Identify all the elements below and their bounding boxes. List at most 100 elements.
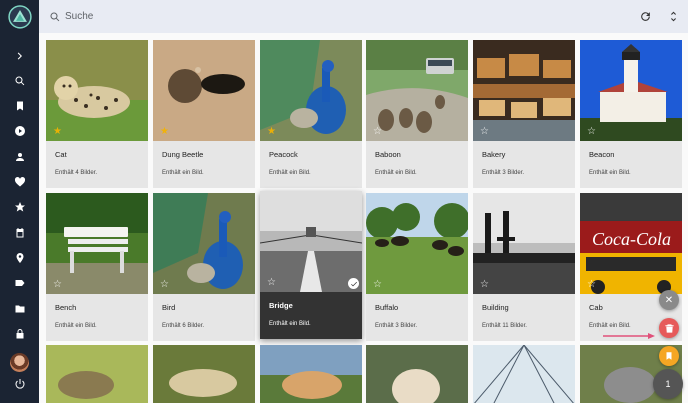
delete-button[interactable] (659, 318, 679, 338)
album-title[interactable]: Bird (162, 303, 175, 312)
album-count: Enthält ein Bild. (269, 321, 311, 327)
album-cover[interactable] (260, 345, 362, 403)
album-card[interactable]: ★ Peacock Enthält ein Bild. (260, 40, 362, 188)
sidebar (0, 0, 39, 403)
album-title[interactable]: Beacon (589, 150, 614, 159)
album-cover[interactable] (153, 345, 255, 403)
album-cover[interactable] (46, 345, 148, 403)
star-icon[interactable]: ☆ (53, 280, 62, 290)
album-card[interactable]: ☆ Bakery Enthält 3 Bilder. (473, 40, 575, 188)
album-title[interactable]: Peacock (269, 150, 298, 159)
star-icon[interactable]: ☆ (480, 280, 489, 290)
album-count: Enthält ein Bild. (162, 170, 204, 176)
star-icon[interactable]: ☆ (587, 280, 596, 290)
chevron-right-icon (17, 52, 22, 59)
album-card[interactable] (153, 345, 255, 403)
album-title[interactable]: Building (482, 303, 509, 312)
sidebar-item-places[interactable] (0, 245, 39, 270)
refresh-icon[interactable] (639, 10, 652, 23)
album-card[interactable] (473, 345, 575, 403)
album-card[interactable]: ★ Cat Enthält 4 Bilder. (46, 40, 148, 188)
album-title[interactable]: Cab (589, 303, 603, 312)
sidebar-item-video[interactable] (0, 119, 39, 144)
album-card[interactable]: ☆ Bridge Enthält ein Bild. (260, 191, 362, 339)
search-toolbar (39, 0, 688, 33)
sidebar-item-bookmark[interactable] (0, 94, 39, 119)
sidebar-item-calendar[interactable] (0, 220, 39, 245)
star-icon[interactable]: ☆ (160, 280, 169, 290)
album-count: Enthält 4 Bilder. (55, 170, 98, 176)
sidebar-item-moments[interactable] (0, 195, 39, 220)
close-icon: ✕ (664, 294, 674, 306)
album-title[interactable]: Cat (55, 150, 67, 159)
album-count: Enthält 3 Bilder. (482, 170, 525, 176)
album-card[interactable] (46, 345, 148, 403)
search-icon (15, 76, 24, 86)
album-count: Enthält ein Bild. (589, 323, 631, 329)
play-icon (14, 126, 25, 137)
label-icon (15, 280, 24, 287)
album-card[interactable]: ☆ Bird Enthält 6 Bilder. (153, 193, 255, 341)
sidebar-item-logout[interactable] (0, 372, 39, 397)
search-input[interactable] (65, 11, 565, 22)
selection-count-button[interactable]: 1 (653, 369, 683, 399)
bookmark-icon (666, 352, 672, 360)
folder-icon (15, 305, 24, 313)
sidebar-item-private[interactable] (0, 321, 39, 346)
search-icon (50, 12, 60, 21)
pointer-arrow (603, 333, 655, 339)
album-cover[interactable] (366, 345, 468, 403)
album-card[interactable] (260, 345, 362, 403)
app-logo-icon[interactable] (7, 5, 32, 29)
album-count: Enthält 6 Bilder. (162, 323, 205, 329)
calendar-icon (16, 227, 23, 238)
album-count: Enthält 3 Bilder. (375, 323, 418, 329)
album-card[interactable]: ☆ Bench Enthält ein Bild. (46, 193, 148, 341)
sidebar-item-labels[interactable] (0, 271, 39, 296)
album-card[interactable]: ☆ Beacon Enthält ein Bild. (580, 40, 682, 188)
album-card[interactable] (366, 345, 468, 403)
person-icon (15, 152, 24, 161)
album-title[interactable]: Bench (55, 303, 76, 312)
album-title[interactable]: Dung Beetle (162, 150, 203, 159)
star-icon[interactable]: ★ (267, 127, 276, 137)
album-count: Enthält ein Bild. (375, 170, 417, 176)
star-icon (14, 202, 25, 212)
expand-icon[interactable] (667, 10, 680, 23)
check-icon[interactable] (348, 278, 359, 289)
album-title[interactable]: Bridge (269, 301, 293, 310)
album-card[interactable]: ★ Dung Beetle Enthält ein Bild. (153, 40, 255, 188)
star-icon[interactable]: ☆ (373, 280, 382, 290)
lock-icon (16, 329, 23, 339)
album-title[interactable]: Baboon (375, 150, 401, 159)
clear-selection-button[interactable]: ✕ (659, 290, 679, 310)
album-card[interactable]: ☆ Baboon Enthält ein Bild. (366, 40, 468, 188)
avatar[interactable] (10, 352, 29, 372)
sidebar-item-favorites[interactable] (0, 169, 39, 194)
album-count: Enthält ein Bild. (269, 170, 311, 176)
sidebar-item-folders[interactable] (0, 296, 39, 321)
album-count: Enthält ein Bild. (55, 323, 97, 329)
album-title[interactable]: Buffalo (375, 303, 398, 312)
album-cover[interactable] (473, 345, 575, 403)
album-card[interactable]: ☆ Building Enthält 11 Bilder. (473, 193, 575, 341)
sidebar-item-search[interactable] (0, 68, 39, 93)
album-count: Enthält ein Bild. (589, 170, 631, 176)
add-to-album-button[interactable] (659, 346, 679, 366)
star-icon[interactable]: ★ (160, 127, 169, 137)
place-icon (16, 253, 23, 264)
bookmark-icon (16, 101, 23, 111)
selection-count: 1 (665, 379, 671, 389)
star-icon[interactable]: ☆ (373, 127, 382, 137)
album-title[interactable]: Bakery (482, 150, 505, 159)
delete-icon (664, 323, 674, 333)
sidebar-item-expand[interactable] (0, 43, 39, 68)
star-icon[interactable]: ☆ (267, 278, 276, 288)
album-card[interactable]: ☆ Buffalo Enthält 3 Bilder. (366, 193, 468, 341)
svg-text:Coca-Cola: Coca-Cola (592, 229, 671, 249)
sidebar-item-people[interactable] (0, 144, 39, 169)
star-icon[interactable]: ★ (53, 127, 62, 137)
heart-icon (14, 177, 25, 187)
star-icon[interactable]: ☆ (587, 127, 596, 137)
star-icon[interactable]: ☆ (480, 127, 489, 137)
